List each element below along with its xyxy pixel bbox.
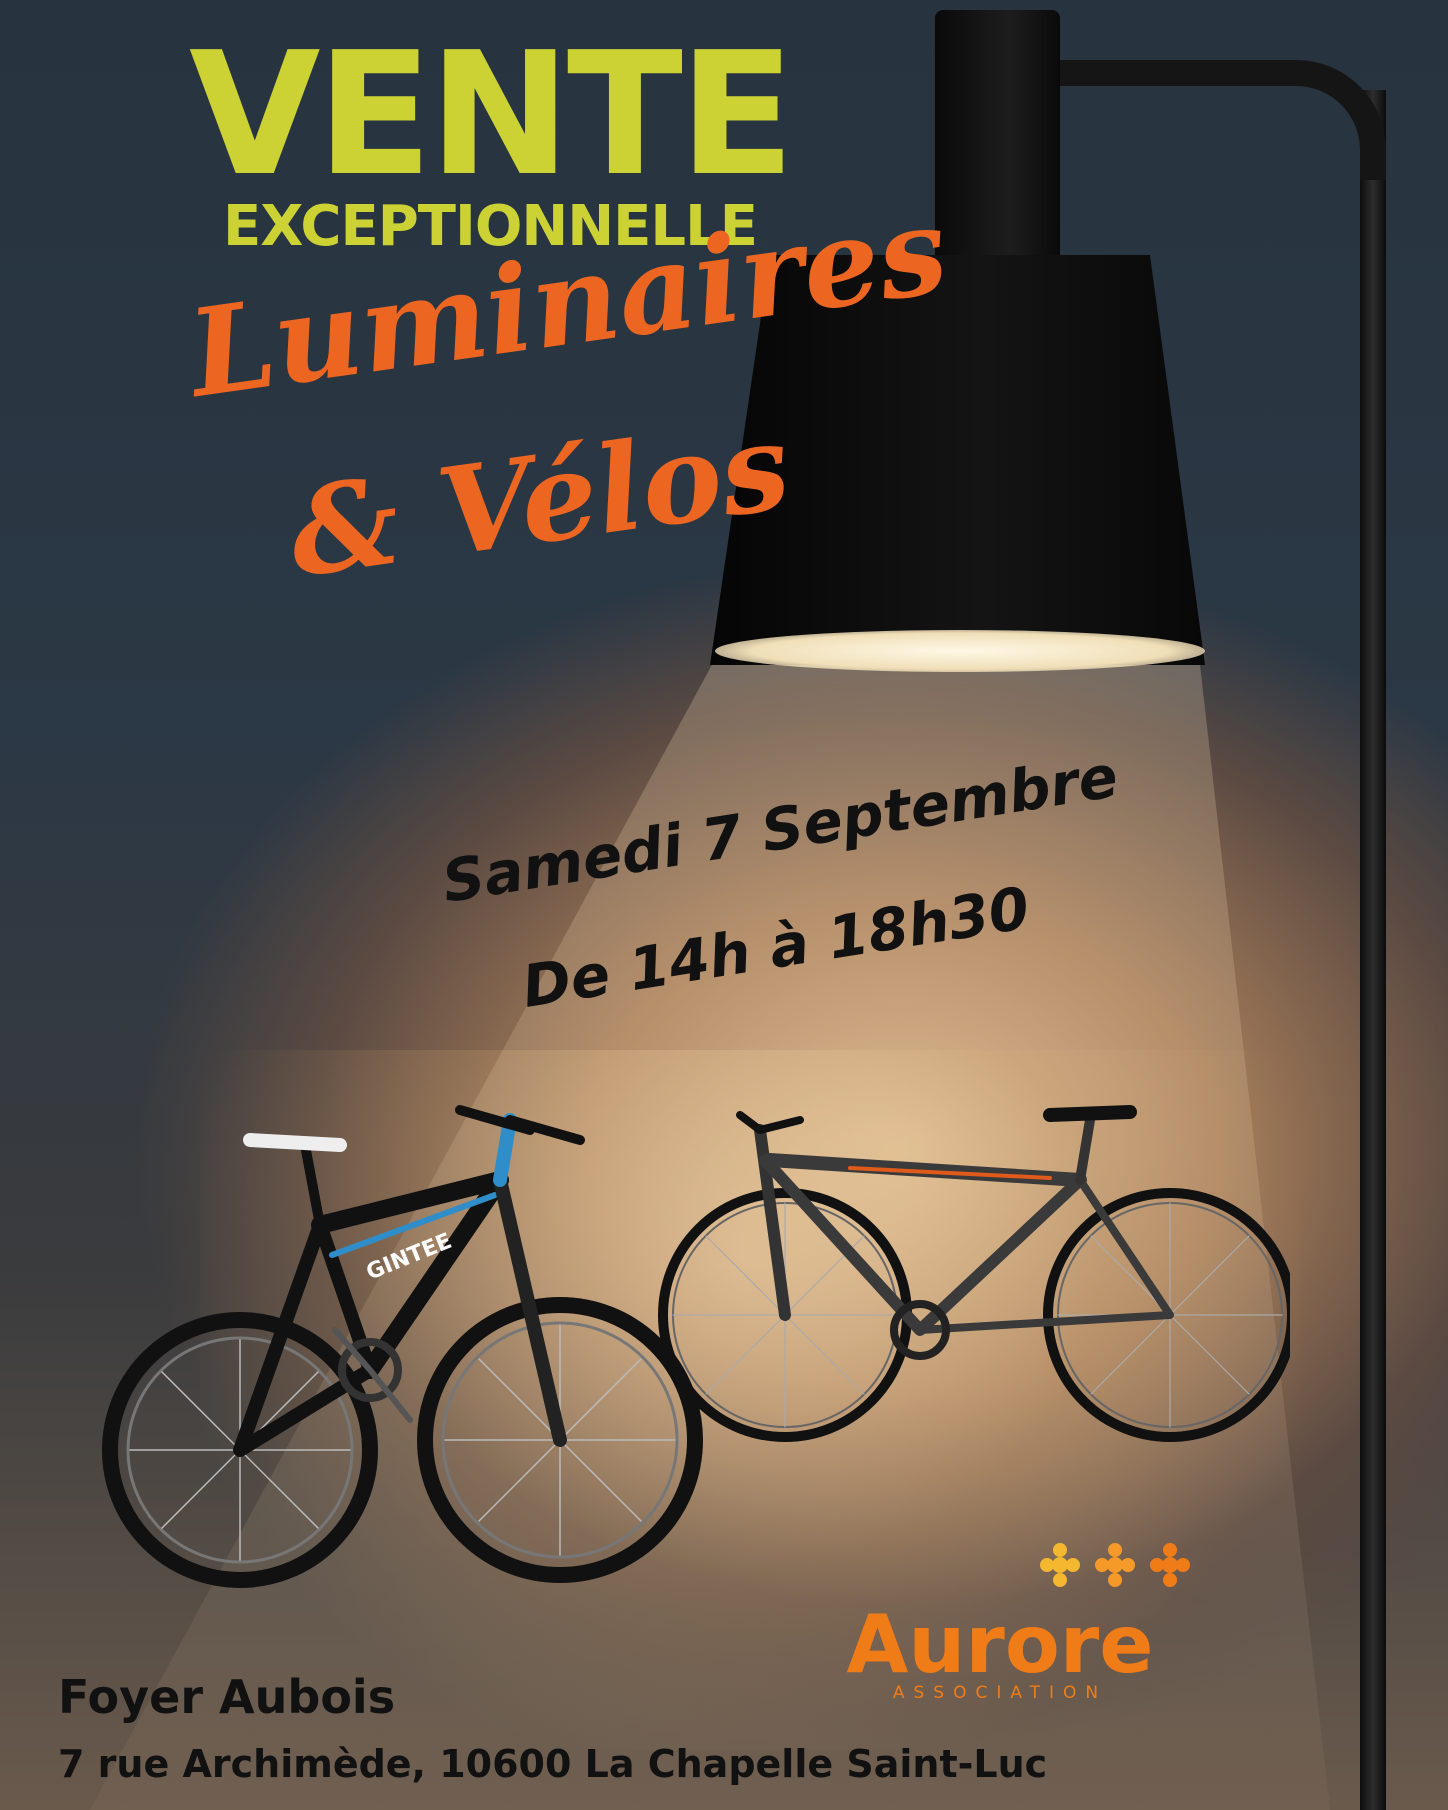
title-main: VENTE xyxy=(188,16,795,214)
lamp-pole xyxy=(1360,90,1386,1810)
lamp-neck xyxy=(935,10,1060,270)
lamp-bulb-glow xyxy=(715,630,1205,672)
logo-name: Aurore xyxy=(846,1598,1154,1691)
logo-subtitle: ASSOCIATION xyxy=(892,1683,1108,1703)
headline-line2: & Vélos xyxy=(281,395,798,605)
lamp-arm xyxy=(1050,60,1386,180)
aurore-logo: Aurore ASSOCIATION xyxy=(830,1535,1210,1715)
mountain-bike-icon: GINTEE xyxy=(102,1105,703,1588)
three-stars-icon xyxy=(1040,1543,1190,1587)
venue-name: Foyer Aubois xyxy=(58,1670,396,1724)
event-poster: VENTE EXCEPTIONNELLE Luminaires & Vélos … xyxy=(0,0,1448,1810)
hybrid-bike-icon xyxy=(658,1105,1290,1442)
venue-address: 7 rue Archimède, 10600 La Chapelle Saint… xyxy=(58,1742,1048,1786)
